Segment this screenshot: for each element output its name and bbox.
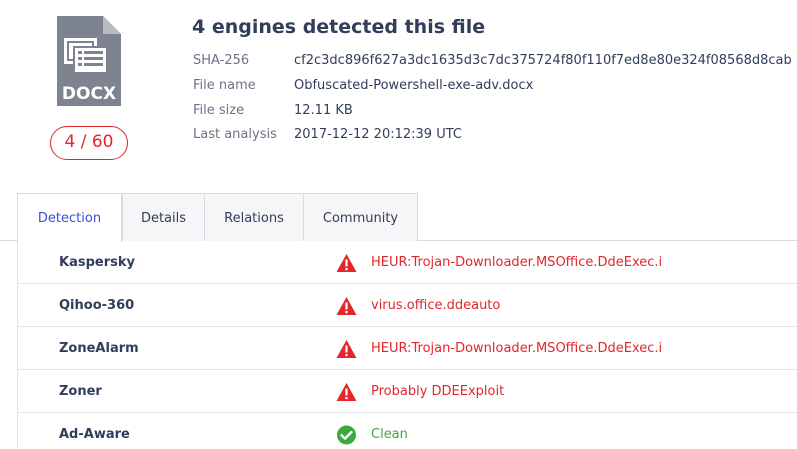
last-analysis-value: 2017-12-12 20:12:39 UTC (294, 127, 462, 142)
result-row-zonealarm: ZoneAlarm HEUR:Trojan-Downloader.MSOffic… (17, 327, 797, 370)
warning-icon (336, 296, 357, 316)
file-summary: DOCX 4 / 60 4 engines detected this file… (0, 0, 797, 193)
detection-results-list: Kaspersky HEUR:Trojan-Downloader.MSOffic… (17, 241, 797, 449)
verdict-label: Clean (371, 427, 408, 442)
tab-community[interactable]: Community (303, 193, 418, 241)
file-type-label: DOCX (62, 84, 116, 104)
file-name-label: File name (193, 78, 256, 93)
sha256-value[interactable]: cf2c3dc896f627a3dc1635d3c7dc375724f80f11… (294, 53, 792, 68)
warning-icon (336, 382, 357, 402)
verdict-label: Probably DDEExploit (371, 384, 505, 399)
engine-name: Qihoo-360 (59, 298, 135, 313)
result-row-ad-aware: Ad-Aware Clean (17, 413, 797, 449)
result-row-kaspersky: Kaspersky HEUR:Trojan-Downloader.MSOffic… (17, 241, 797, 284)
file-size-row: File size 12.11 KB (193, 103, 353, 118)
verdict-label: HEUR:Trojan-Downloader.MSOffice.DdeExec.… (371, 341, 663, 356)
engine-name: Ad-Aware (59, 427, 130, 442)
result-row-zoner: Zoner Probably DDEExploit (17, 370, 797, 413)
file-name-row: File name Obfuscated-Powershell-exe-adv.d… (193, 78, 533, 93)
docx-file-icon: DOCX (57, 16, 121, 106)
tab-details[interactable]: Details (122, 193, 205, 241)
detection-headline: 4 engines detected this file (192, 16, 486, 38)
engine-name: ZoneAlarm (59, 341, 139, 356)
tab-relations[interactable]: Relations (204, 193, 304, 241)
result-row-qihoo-360: Qihoo-360 virus.office.ddeauto (17, 284, 797, 327)
warning-icon (336, 253, 357, 273)
file-size-label: File size (193, 103, 245, 118)
last-analysis-label: Last analysis (193, 127, 277, 142)
warning-icon (336, 339, 357, 359)
sha256-label: SHA-256 (193, 53, 250, 68)
engine-name: Kaspersky (59, 255, 135, 270)
tab-detection[interactable]: Detection (17, 193, 122, 242)
sha256-row: SHA-256 cf2c3dc896f627a3dc1635d3c7dc37572… (193, 53, 792, 68)
tab-bar: Detection Details Relations Community (0, 193, 797, 242)
last-analysis-row: Last analysis 2017-12-12 20:12:39 UTC (193, 127, 462, 142)
engine-name: Zoner (59, 384, 102, 399)
verdict-label: virus.office.ddeauto (371, 298, 501, 313)
file-size-value: 12.11 KB (294, 103, 353, 118)
check-circle-icon (336, 425, 357, 445)
detection-score-badge: 4 / 60 (50, 126, 128, 160)
verdict-label: HEUR:Trojan-Downloader.MSOffice.DdeExec.… (371, 255, 663, 270)
file-name-value: Obfuscated-Powershell-exe-adv.docx (294, 78, 534, 93)
